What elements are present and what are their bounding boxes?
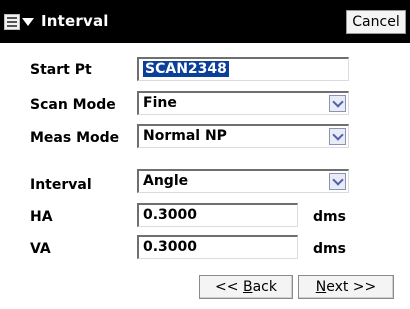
ha-value: 0.3000 [143, 207, 198, 223]
va-unit: dms [313, 241, 346, 257]
interval-value: Angle [143, 173, 189, 189]
chevron-down-icon [331, 129, 344, 141]
interval-dropdown-button[interactable] [329, 173, 346, 190]
va-input[interactable]: 0.3000 [137, 235, 298, 259]
meas-mode-dropdown-button[interactable] [329, 128, 346, 145]
next-rest: ext >> [326, 279, 377, 295]
ha-label: HA [30, 209, 53, 225]
title-bar: Interval Cancel [0, 0, 410, 43]
scan-mode-value: Fine [143, 95, 177, 111]
ha-unit: dms [313, 209, 346, 225]
scan-mode-dropdown-button[interactable] [329, 95, 346, 112]
meas-mode-label: Meas Mode [30, 130, 120, 146]
back-rest: ack [252, 279, 277, 295]
back-mnemonic: B [242, 279, 253, 295]
app-menu-button[interactable] [4, 10, 38, 34]
scan-mode-select[interactable]: Fine [137, 91, 349, 115]
back-button[interactable]: << Back [199, 275, 293, 299]
window-title: Interval [41, 12, 109, 30]
interval-label: Interval [30, 177, 92, 193]
back-prefix: << [215, 279, 243, 295]
menu-icon [4, 14, 20, 30]
chevron-down-icon [331, 174, 344, 186]
next-button[interactable]: Next >> [298, 275, 394, 299]
next-mnemonic: N [315, 279, 327, 295]
scan-mode-label: Scan Mode [30, 97, 116, 113]
chevron-down-icon [331, 96, 344, 108]
dropdown-triangle-icon [22, 18, 34, 26]
va-label: VA [30, 241, 51, 257]
interval-select[interactable]: Angle [137, 169, 349, 193]
meas-mode-value: Normal NP [143, 128, 227, 144]
start-pt-value: SCAN2348 [143, 61, 229, 77]
va-value: 0.3000 [143, 239, 198, 255]
ha-input[interactable]: 0.3000 [137, 203, 298, 227]
cancel-button[interactable]: Cancel [346, 10, 406, 34]
start-pt-input[interactable]: SCAN2348 [137, 57, 349, 81]
start-pt-label: Start Pt [30, 62, 92, 78]
meas-mode-select[interactable]: Normal NP [137, 124, 349, 148]
